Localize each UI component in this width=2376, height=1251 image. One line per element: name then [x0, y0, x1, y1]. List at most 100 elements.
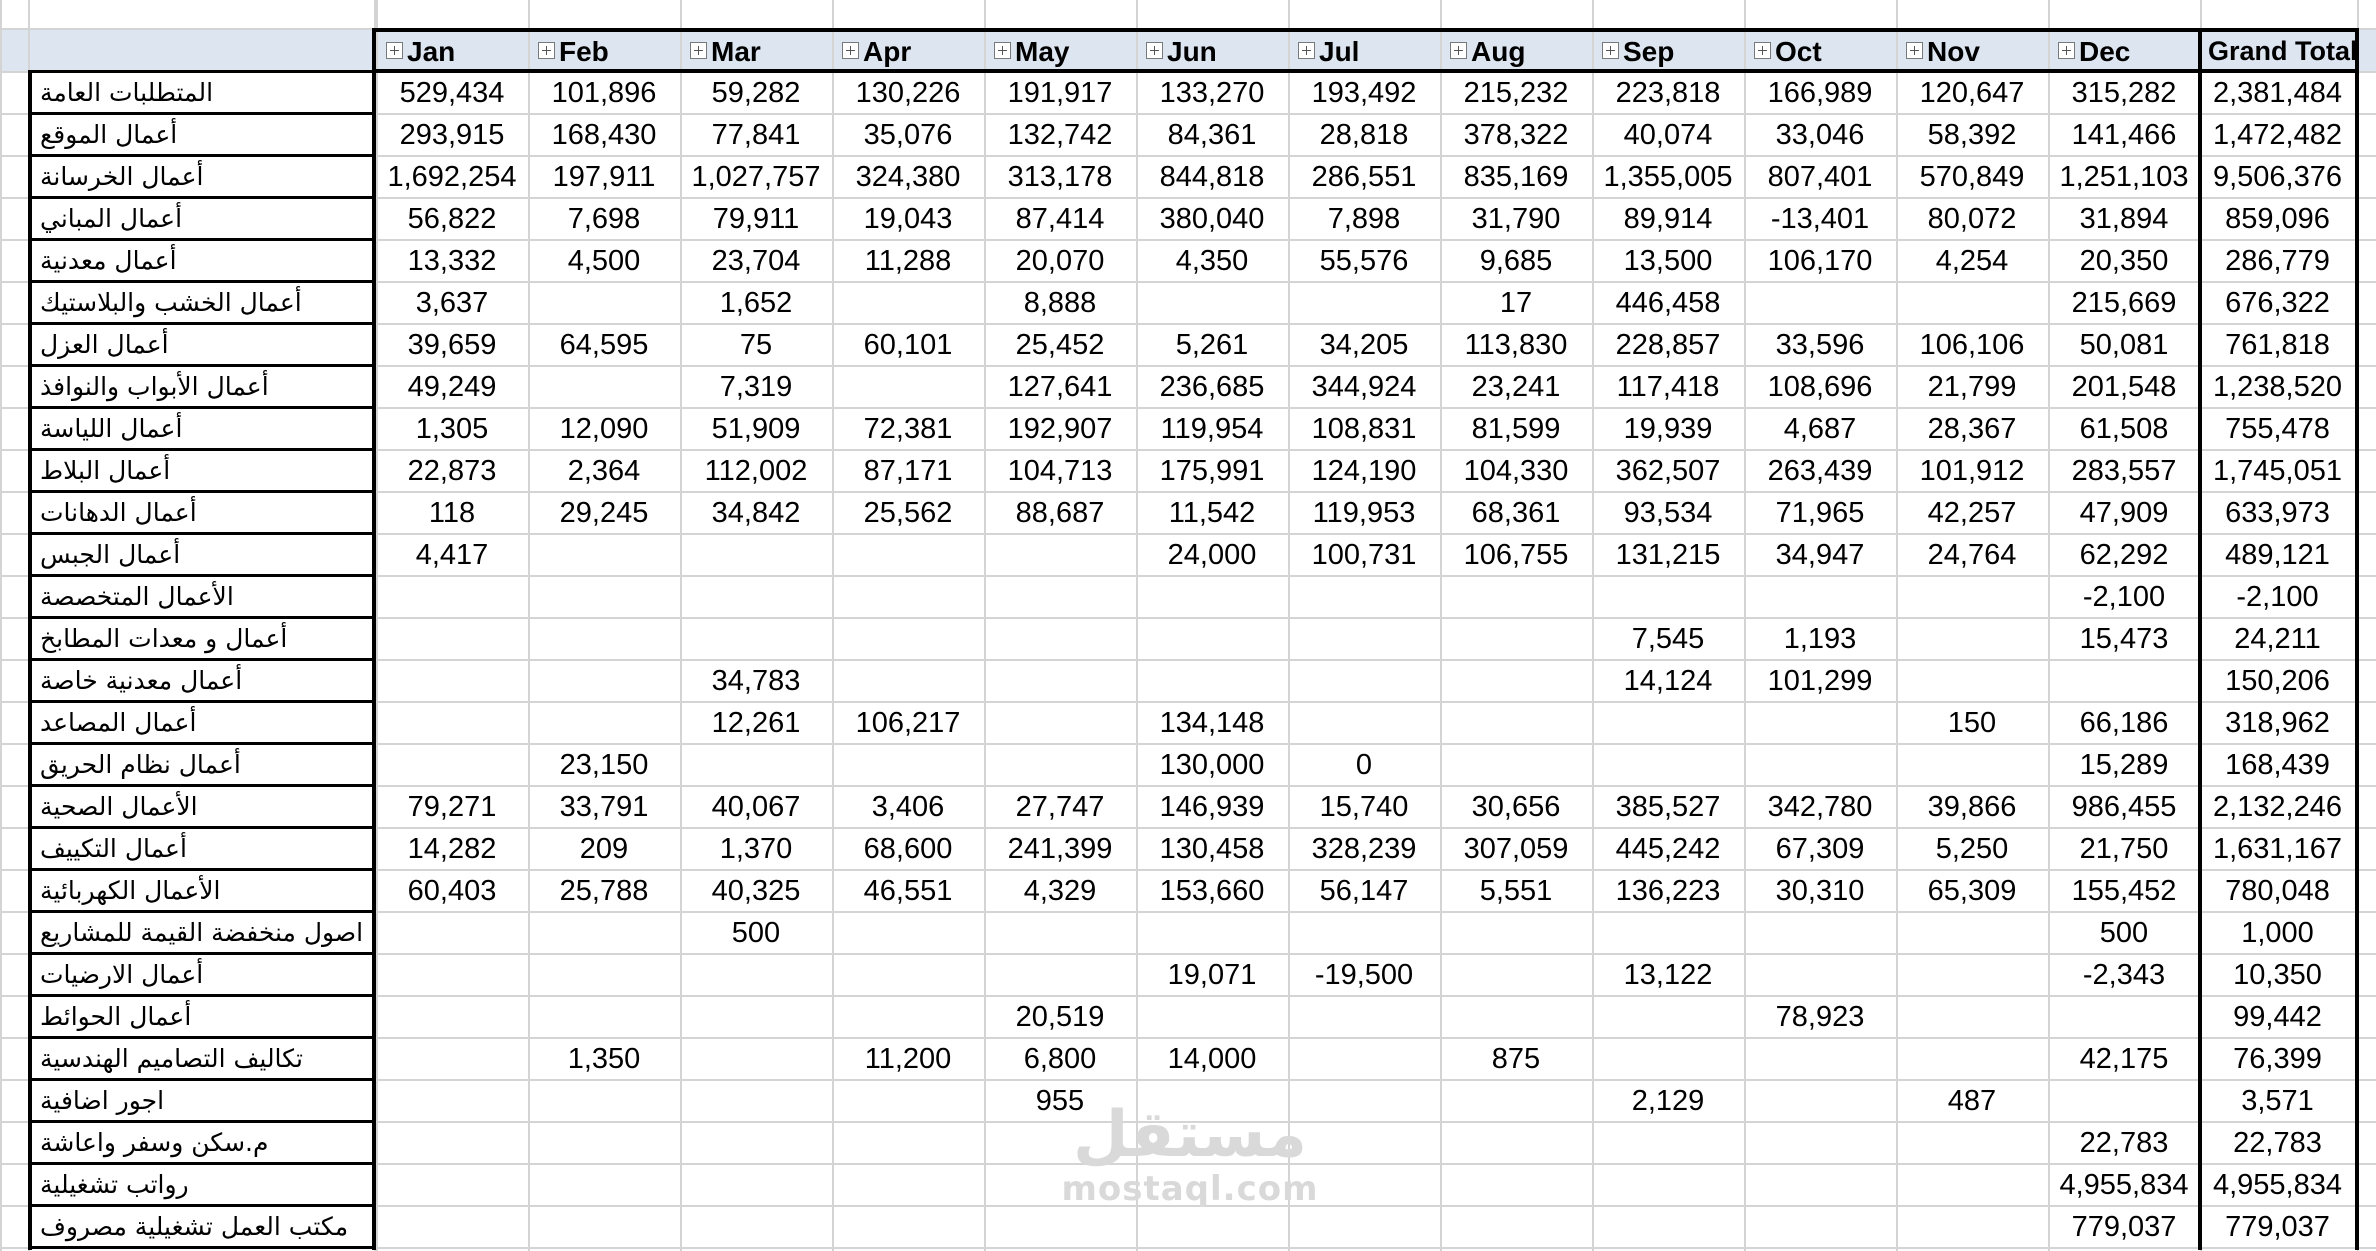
value-cell-aug[interactable]: 5,551: [1440, 870, 1592, 912]
value-cell-jul[interactable]: 119,953: [1288, 492, 1440, 534]
value-cell-aug[interactable]: [1440, 618, 1592, 660]
value-cell-apr[interactable]: 68,600: [832, 828, 984, 870]
value-cell-jun[interactable]: 14,000: [1136, 1038, 1288, 1080]
value-cell-oct[interactable]: 4,687: [1744, 408, 1896, 450]
value-cell-apr[interactable]: [832, 1080, 984, 1122]
value-cell-oct[interactable]: 34,947: [1744, 534, 1896, 576]
value-cell-mar[interactable]: [680, 534, 832, 576]
value-cell-jan[interactable]: [376, 1080, 528, 1122]
value-cell-apr[interactable]: 11,200: [832, 1038, 984, 1080]
row-label[interactable]: أعمال نظام الحريق: [32, 744, 372, 786]
value-cell-feb[interactable]: [528, 534, 680, 576]
value-cell-jul[interactable]: [1288, 282, 1440, 324]
expand-plus-icon[interactable]: [386, 42, 403, 60]
value-cell-aug[interactable]: 875: [1440, 1038, 1592, 1080]
value-cell-dec[interactable]: -2,343: [2048, 954, 2200, 996]
value-cell-sep[interactable]: 131,215: [1592, 534, 1744, 576]
value-cell-mar[interactable]: 34,842: [680, 492, 832, 534]
expand-plus-icon[interactable]: [538, 42, 555, 60]
value-cell-may[interactable]: [984, 744, 1136, 786]
value-cell-feb[interactable]: [528, 1206, 680, 1248]
value-cell-aug[interactable]: [1440, 576, 1592, 618]
grand-total-cell[interactable]: 1,631,167: [2200, 828, 2355, 870]
column-header-jun[interactable]: Jun: [1138, 30, 1288, 71]
column-header-nov[interactable]: Nov: [1898, 30, 2048, 71]
value-cell-sep[interactable]: [1592, 1038, 1744, 1080]
value-cell-dec[interactable]: -2,100: [2048, 576, 2200, 618]
value-cell-oct[interactable]: [1744, 702, 1896, 744]
value-cell-aug[interactable]: 31,790: [1440, 198, 1592, 240]
value-cell-nov[interactable]: [1896, 996, 2048, 1038]
value-cell-sep[interactable]: [1592, 1164, 1744, 1206]
value-cell-mar[interactable]: 23,704: [680, 240, 832, 282]
value-cell-feb[interactable]: [528, 576, 680, 618]
value-cell-feb[interactable]: 1,350: [528, 1038, 680, 1080]
value-cell-may[interactable]: 20,519: [984, 996, 1136, 1038]
value-cell-dec[interactable]: 283,557: [2048, 450, 2200, 492]
value-cell-may[interactable]: [984, 1164, 1136, 1206]
value-cell-nov[interactable]: [1896, 1038, 2048, 1080]
value-cell-mar[interactable]: [680, 954, 832, 996]
value-cell-oct[interactable]: [1744, 282, 1896, 324]
value-cell-sep[interactable]: 446,458: [1592, 282, 1744, 324]
value-cell-dec[interactable]: [2048, 660, 2200, 702]
value-cell-jun[interactable]: 146,939: [1136, 786, 1288, 828]
value-cell-nov[interactable]: 21,799: [1896, 366, 2048, 408]
value-cell-feb[interactable]: [528, 366, 680, 408]
value-cell-feb[interactable]: 29,245: [528, 492, 680, 534]
value-cell-nov[interactable]: 28,367: [1896, 408, 2048, 450]
value-cell-feb[interactable]: [528, 1164, 680, 1206]
value-cell-jul[interactable]: [1288, 912, 1440, 954]
value-cell-apr[interactable]: 106,217: [832, 702, 984, 744]
value-cell-aug[interactable]: [1440, 660, 1592, 702]
value-cell-dec[interactable]: 61,508: [2048, 408, 2200, 450]
value-cell-mar[interactable]: 500: [680, 912, 832, 954]
value-cell-dec[interactable]: 50,081: [2048, 324, 2200, 366]
value-cell-mar[interactable]: [680, 1038, 832, 1080]
value-cell-jun[interactable]: 130,000: [1136, 744, 1288, 786]
value-cell-oct[interactable]: 1,193: [1744, 618, 1896, 660]
row-label[interactable]: مكتب العمل تشغيلية مصروف: [32, 1206, 372, 1248]
value-cell-mar[interactable]: [680, 618, 832, 660]
value-cell-feb[interactable]: [528, 1080, 680, 1122]
grand-total-cell[interactable]: 1,745,051: [2200, 450, 2355, 492]
value-cell-oct[interactable]: 263,439: [1744, 450, 1896, 492]
value-cell-feb[interactable]: 209: [528, 828, 680, 870]
value-cell-jun[interactable]: [1136, 618, 1288, 660]
value-cell-oct[interactable]: 78,923: [1744, 996, 1896, 1038]
value-cell-nov[interactable]: [1896, 660, 2048, 702]
row-label[interactable]: أعمال الخرسانة: [32, 156, 372, 198]
row-label[interactable]: أعمال المصاعد: [32, 702, 372, 744]
value-cell-jul[interactable]: [1288, 660, 1440, 702]
grand-total-cell[interactable]: 22,783: [2200, 1122, 2355, 1164]
value-cell-aug[interactable]: 106,755: [1440, 534, 1592, 576]
value-cell-feb[interactable]: 2,364: [528, 450, 680, 492]
value-cell-apr[interactable]: [832, 954, 984, 996]
value-cell-nov[interactable]: 42,257: [1896, 492, 2048, 534]
value-cell-apr[interactable]: 46,551: [832, 870, 984, 912]
value-cell-aug[interactable]: 104,330: [1440, 450, 1592, 492]
value-cell-apr[interactable]: 130,226: [832, 72, 984, 114]
value-cell-mar[interactable]: 7,319: [680, 366, 832, 408]
value-cell-jan[interactable]: 1,692,254: [376, 156, 528, 198]
grand-total-cell[interactable]: 3,571: [2200, 1080, 2355, 1122]
value-cell-sep[interactable]: [1592, 744, 1744, 786]
row-label[interactable]: أعمال الخشب والبلاستيك: [32, 282, 372, 324]
value-cell-jun[interactable]: [1136, 1080, 1288, 1122]
value-cell-oct[interactable]: [1744, 1038, 1896, 1080]
expand-plus-icon[interactable]: [1298, 42, 1315, 60]
value-cell-jul[interactable]: 193,492: [1288, 72, 1440, 114]
value-cell-oct[interactable]: [1744, 744, 1896, 786]
value-cell-mar[interactable]: [680, 996, 832, 1038]
value-cell-may[interactable]: [984, 534, 1136, 576]
value-cell-dec[interactable]: 201,548: [2048, 366, 2200, 408]
value-cell-jul[interactable]: 0: [1288, 744, 1440, 786]
value-cell-dec[interactable]: 1,251,103: [2048, 156, 2200, 198]
value-cell-jan[interactable]: 14,282: [376, 828, 528, 870]
value-cell-feb[interactable]: 168,430: [528, 114, 680, 156]
value-cell-mar[interactable]: 75: [680, 324, 832, 366]
value-cell-nov[interactable]: 58,392: [1896, 114, 2048, 156]
grand-total-cell[interactable]: 2,132,246: [2200, 786, 2355, 828]
value-cell-oct[interactable]: 33,596: [1744, 324, 1896, 366]
grand-total-cell[interactable]: 761,818: [2200, 324, 2355, 366]
